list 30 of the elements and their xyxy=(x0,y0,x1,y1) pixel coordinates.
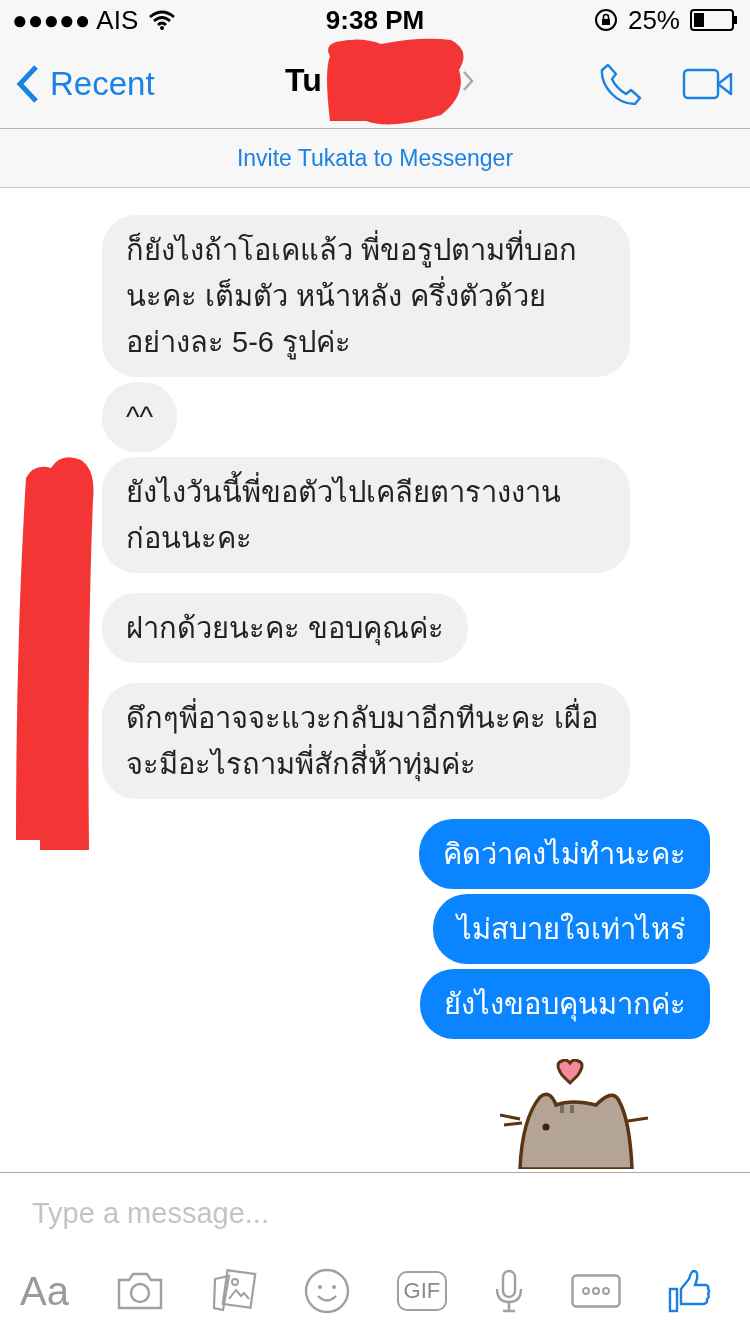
wifi-icon xyxy=(148,10,177,30)
message-bubble: ฝากด้วยนะคะ ขอบคุณค่ะ xyxy=(102,593,469,663)
back-button[interactable]: Recent xyxy=(16,64,155,104)
chevron-icon xyxy=(461,69,474,92)
message-bubble: คิดว่าคงไม่ทำนะคะ xyxy=(419,819,710,889)
clock-time: 9:38 PM xyxy=(325,4,425,36)
rotation-lock-icon xyxy=(593,8,618,32)
message-bubble: ก็ยังไงถ้าโอเคแล้ว พี่ขอรูปตามที่บอกนะคะ เต็มตัว หน้าหลัง ครึ่งตัวด้วย อย่างละ 5-6 รูปค่ะ xyxy=(102,215,630,377)
text-format-button[interactable]: Aa xyxy=(20,1268,69,1314)
message-bubble: ยังไงขอบคุนมากค่ะ xyxy=(420,969,710,1039)
emoji-icon[interactable] xyxy=(303,1268,350,1314)
like-icon[interactable] xyxy=(667,1269,710,1313)
camera-icon[interactable] xyxy=(115,1272,164,1310)
message-bubble: ไม่สบายใจเท่าไหร่ xyxy=(433,894,710,964)
carrier-signal: ●●●●● AIS xyxy=(12,4,139,36)
message-bubble: ดึกๆพี่อาจจะแวะกลับมาอีกทีนะคะ เผื่อจะมีอะไรถามพี่สักสี่ห้าทุ่มค่ะ xyxy=(102,683,630,799)
photos-icon[interactable] xyxy=(210,1269,257,1313)
gif-button[interactable]: GIF xyxy=(396,1271,447,1311)
chat-title[interactable]: Tu xyxy=(285,62,322,99)
phone-icon[interactable] xyxy=(600,62,644,106)
battery-icon xyxy=(690,9,738,31)
more-icon[interactable] xyxy=(570,1274,621,1308)
invite-link[interactable]: Invite Tukata to Messenger xyxy=(236,144,514,172)
message-bubble: ^^ xyxy=(102,382,178,452)
message-input[interactable]: Type a message... xyxy=(0,1173,750,1254)
microphone-icon[interactable] xyxy=(493,1269,524,1313)
message-bubble: ยังไงวันนี้พี่ขอตัวไปเคลียตารางงานก่อนนะคะ xyxy=(102,457,630,573)
video-camera-icon[interactable] xyxy=(682,68,734,100)
battery-percent: 25% xyxy=(627,4,680,36)
back-chevron-icon xyxy=(16,64,40,104)
